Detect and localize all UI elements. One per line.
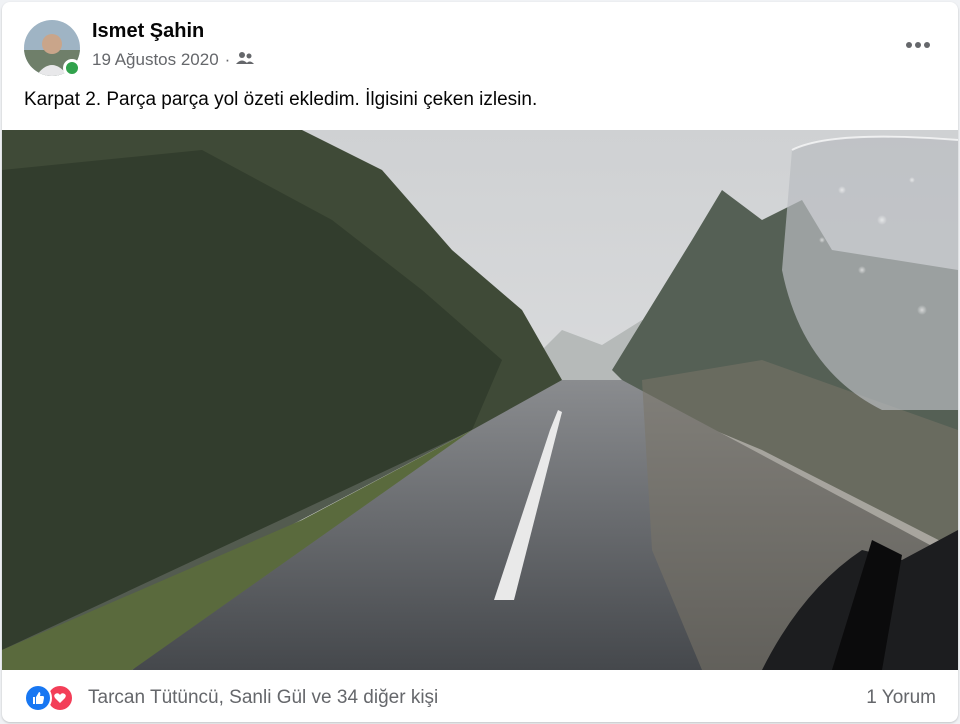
video-frame xyxy=(2,130,958,670)
post-card: Ismet Şahin 19 Ağustos 2020 · Karpat 2. … xyxy=(2,2,958,722)
like-icon xyxy=(24,684,52,712)
friends-icon[interactable] xyxy=(236,50,255,70)
reaction-icons[interactable] xyxy=(24,684,74,712)
author-name[interactable]: Ismet Şahin xyxy=(92,20,204,43)
video-player[interactable] xyxy=(2,130,958,670)
more-icon xyxy=(906,42,930,48)
post-meta: 19 Ağustos 2020 · xyxy=(92,50,255,70)
more-options-button[interactable] xyxy=(900,32,936,58)
comments-count[interactable]: 1 Yorum xyxy=(866,687,936,709)
post-date[interactable]: 19 Ağustos 2020 xyxy=(92,50,219,70)
post-footer: Tarcan Tütüncü, Sanli Gül ve 34 diğer ki… xyxy=(2,670,958,722)
post-caption: Karpat 2. Parça parça yol özeti ekledim.… xyxy=(24,89,538,110)
online-status-dot xyxy=(63,59,81,77)
meta-separator: · xyxy=(224,50,231,69)
reactors-summary[interactable]: Tarcan Tütüncü, Sanli Gül ve 34 diğer ki… xyxy=(88,687,438,709)
